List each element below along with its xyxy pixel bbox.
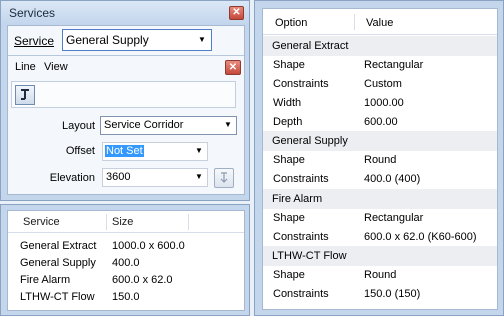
- group-row-fire-alarm[interactable]: Fire Alarm: [263, 189, 497, 209]
- table-row[interactable]: LTHW-CT Flow 150.0: [8, 290, 244, 307]
- pick-elevation-icon: [220, 172, 228, 183]
- group-label: Fire Alarm: [272, 193, 323, 205]
- offset-label: Offset: [65, 145, 95, 157]
- property-option: Constraints: [273, 288, 329, 300]
- property-row[interactable]: Constraints 400.0 (400): [263, 170, 497, 189]
- group-row-lthw-ct-flow[interactable]: LTHW-CT Flow: [263, 246, 497, 266]
- property-option: Shape: [273, 59, 305, 71]
- divider: [8, 55, 244, 56]
- toolbar: [11, 81, 236, 108]
- service-dropdown[interactable]: General Supply ▼: [62, 29, 212, 51]
- line-tool-icon: [21, 89, 29, 100]
- property-value: 400.0 (400): [364, 173, 421, 185]
- elevation-label: Elevation: [49, 172, 95, 184]
- row-service: LTHW-CT Flow: [20, 291, 95, 303]
- group-label: LTHW-CT Flow: [272, 250, 347, 262]
- table-header: Service Size: [8, 211, 244, 233]
- property-value: 600.00: [364, 116, 398, 128]
- row-size: 400.0: [112, 257, 140, 269]
- property-option: Shape: [273, 154, 305, 166]
- column-divider[interactable]: [354, 14, 355, 30]
- dropdown-arrow-icon[interactable]: ▼: [222, 119, 234, 131]
- property-value: 1000.00: [364, 97, 404, 109]
- property-option: Constraints: [273, 78, 329, 90]
- services-palette: Services ✕ Service General Supply ▼ Line…: [0, 0, 250, 201]
- property-option: Width: [273, 97, 302, 109]
- property-value: Round: [364, 269, 397, 281]
- property-row[interactable]: Shape Round: [263, 151, 497, 170]
- table-header: Option Value: [263, 9, 497, 35]
- row-size: 1000.0 x 600.0: [112, 240, 185, 252]
- column-header-value[interactable]: Value: [366, 17, 393, 29]
- group-row-general-supply[interactable]: General Supply: [263, 131, 497, 151]
- row-service: General Extract: [20, 240, 97, 252]
- column-divider[interactable]: [188, 214, 189, 230]
- sizes-palette: Service Size General Extract 1000.0 x 60…: [0, 204, 250, 316]
- offset-dropdown[interactable]: Not Set ▼: [102, 142, 208, 161]
- menu-view[interactable]: View: [44, 61, 68, 73]
- table-row[interactable]: Fire Alarm 600.0 x 62.0: [8, 273, 244, 290]
- property-row[interactable]: Shape Round: [263, 266, 497, 285]
- service-label: Service: [14, 34, 55, 48]
- row-service: Fire Alarm: [20, 274, 71, 286]
- row-size: 150.0: [112, 291, 140, 303]
- layout-label: Layout: [61, 120, 95, 132]
- property-row[interactable]: Constraints Custom: [263, 75, 497, 94]
- line-tool-button[interactable]: [15, 85, 35, 105]
- properties-palette: Option Value General Extract Shape Recta…: [254, 0, 504, 316]
- table-row[interactable]: General Supply 400.0: [8, 256, 244, 273]
- pick-elevation-button[interactable]: [214, 168, 234, 188]
- dropdown-arrow-icon[interactable]: ▼: [196, 34, 208, 46]
- group-label: General Extract: [272, 40, 349, 52]
- property-option: Depth: [273, 116, 303, 128]
- property-row[interactable]: Constraints 150.0 (150): [263, 285, 497, 304]
- property-option: Constraints: [273, 231, 329, 243]
- offset-value-wrap: Not Set: [105, 145, 144, 157]
- property-option: Constraints: [273, 173, 329, 185]
- close-icon[interactable]: ✕: [229, 6, 244, 20]
- property-row[interactable]: Constraints 600.0 x 62.0 (K60-600): [263, 228, 497, 247]
- property-row[interactable]: Shape Rectangular: [263, 209, 497, 228]
- service-dropdown-value: General Supply: [66, 33, 149, 47]
- property-value: 150.0 (150): [364, 288, 421, 300]
- layout-dropdown[interactable]: Service Corridor ▼: [100, 116, 237, 135]
- layout-value: Service Corridor: [104, 119, 184, 131]
- property-option: Shape: [273, 269, 305, 281]
- table-row[interactable]: General Extract 1000.0 x 600.0: [8, 239, 244, 256]
- elevation-value: 3600: [106, 171, 131, 183]
- column-header-size[interactable]: Size: [112, 216, 133, 228]
- property-row[interactable]: Shape Rectangular: [263, 56, 497, 75]
- group-row-general-extract[interactable]: General Extract: [263, 36, 497, 56]
- properties-table: Option Value General Extract Shape Recta…: [262, 8, 498, 310]
- close-icon[interactable]: ✕: [225, 60, 241, 75]
- column-header-service[interactable]: Service: [23, 216, 60, 228]
- property-row[interactable]: Width 1000.00: [263, 94, 497, 113]
- group-label: General Supply: [272, 135, 348, 147]
- column-header-option[interactable]: Option: [275, 17, 307, 29]
- row-service: General Supply: [20, 257, 96, 269]
- column-divider[interactable]: [106, 214, 107, 230]
- property-row[interactable]: Depth 600.00: [263, 113, 497, 132]
- offset-value: Not Set: [105, 145, 144, 157]
- palette-title: Services: [9, 6, 56, 20]
- menu-line[interactable]: Line: [15, 61, 36, 73]
- property-value: Rectangular: [364, 59, 424, 71]
- dropdown-arrow-icon[interactable]: ▼: [193, 145, 205, 157]
- property-value: Round: [364, 154, 397, 166]
- size-table: Service Size General Extract 1000.0 x 60…: [7, 210, 245, 311]
- elevation-dropdown[interactable]: 3600 ▼: [102, 168, 208, 187]
- property-value: 600.0 x 62.0 (K60-600): [364, 231, 477, 243]
- services-panel: Service General Supply ▼ Line View ✕ Lay…: [7, 25, 245, 195]
- dropdown-arrow-icon[interactable]: ▼: [193, 171, 205, 183]
- row-size: 600.0 x 62.0: [112, 274, 173, 286]
- property-value: Rectangular: [364, 212, 424, 224]
- services-title-bar[interactable]: Services ✕: [1, 1, 249, 25]
- property-value: Custom: [364, 78, 402, 90]
- property-option: Shape: [273, 212, 305, 224]
